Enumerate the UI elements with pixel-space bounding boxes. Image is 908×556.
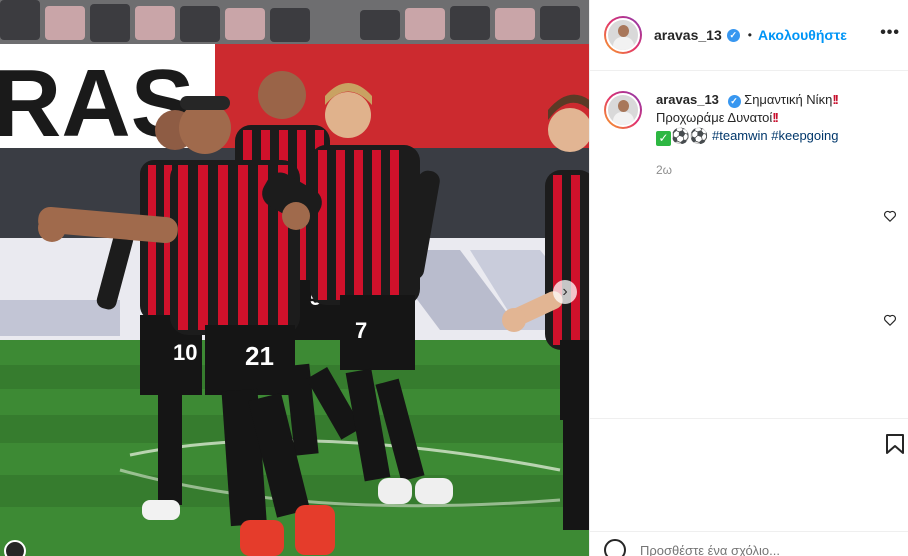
verified-icon: ✓ [726,28,740,42]
hashtag-teamwin[interactable]: #teamwin [712,128,768,143]
carousel-next-button[interactable]: › [553,280,577,304]
more-icon[interactable]: ••• [880,24,900,42]
jersey-number-21: 21 [245,341,274,371]
post-side-panel: aravas_13 ✓ • Ακολουθήστε ••• aravas_13 … [589,0,908,556]
jersey-number-7: 7 [355,318,367,343]
comment-input[interactable] [640,542,860,556]
photo-tag-indicator[interactable] [4,540,26,556]
heart-icon[interactable] [883,209,897,223]
double-exclamation-emoji: !! [832,92,839,107]
heart-icon[interactable] [883,313,897,327]
bookmark-icon[interactable] [885,433,905,455]
emoji-icon[interactable] [604,539,626,556]
post-photo[interactable]: RAS 10 7 21 › [0,0,589,556]
verified-icon: ✓ [727,94,741,108]
soccer-ball-emoji: ⚽ [671,128,690,145]
separator-dot: • [747,28,752,42]
caption-avatar[interactable] [604,91,642,129]
caption: aravas_13 ✓ Σημαντική Νίκη!! Προχωράμε Δ… [590,71,908,146]
football-celebration-image: RAS 10 7 21 [0,0,589,556]
caption-line-2: Προχωράμε Δυνατοί [656,110,773,125]
header-username[interactable]: aravas_13 [654,27,722,43]
caption-username[interactable]: aravas_13 [656,92,719,107]
caption-text: aravas_13 ✓ Σημαντική Νίκη!! Προχωράμε Δ… [656,91,894,146]
post-header: aravas_13 ✓ • Ακολουθήστε ••• [590,0,908,71]
avatar[interactable] [604,16,642,54]
chevron-right-icon: › [562,283,568,300]
soccer-ball-emoji: ⚽ [689,128,709,145]
hashtag-keepgoing[interactable]: #keepgoing [771,128,838,143]
check-mark-emoji: ✓ [656,131,671,146]
double-exclamation-emoji: !! [772,110,779,125]
caption-line-1: Σημαντική Νίκη [744,92,833,107]
comment-box [590,531,908,556]
post-timestamp: 2ω [656,163,673,177]
jersey-number-10: 10 [173,340,197,365]
post-actions [590,418,908,528]
follow-button[interactable]: Ακολουθήστε [758,27,847,43]
